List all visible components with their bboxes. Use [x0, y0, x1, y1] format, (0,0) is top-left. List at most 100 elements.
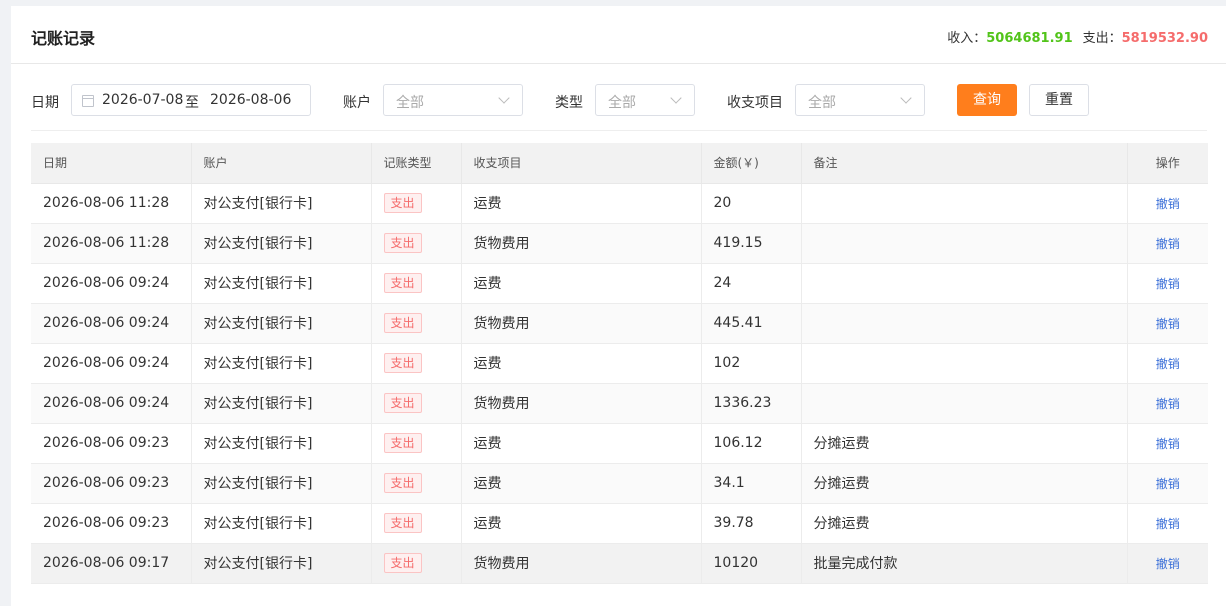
expense-tag: 支出	[383, 193, 422, 213]
account-filter-label: 账户	[343, 95, 371, 111]
expense-tag: 支出	[383, 553, 422, 573]
expense-label: 支出：	[1082, 31, 1122, 46]
table-row: 2026-08-06 09:24 对公支付[银行卡] 支出 货物费用 1336.…	[31, 383, 1208, 424]
cell-action: 撤销	[1127, 223, 1208, 264]
cell-action: 撤销	[1127, 183, 1208, 224]
income-label: 收入：	[947, 31, 987, 46]
account-select[interactable]: 全部	[383, 84, 523, 116]
date-range-picker[interactable]: 2026-07-08 至 2026-08-06	[71, 84, 311, 116]
cell-type: 支出	[371, 543, 462, 584]
cell-item: 货物费用	[461, 303, 702, 344]
cell-type: 支出	[371, 343, 462, 384]
page-title: 记账记录	[31, 29, 96, 48]
cell-note: 批量完成付款	[801, 543, 1128, 584]
expense-tag: 支出	[383, 233, 422, 253]
table-row: 2026-08-06 09:17 对公支付[银行卡] 支出 货物费用 10120…	[31, 543, 1208, 584]
column-header-note: 备注	[801, 143, 1128, 184]
expense-tag: 支出	[383, 353, 422, 373]
expense-tag: 支出	[383, 433, 422, 453]
cell-date: 2026-08-06 09:23	[31, 503, 192, 544]
cell-note	[801, 223, 1128, 264]
cell-item: 运费	[461, 343, 702, 384]
query-button[interactable]: 查询	[957, 84, 1017, 116]
date-start-input[interactable]: 2026-07-08	[102, 92, 183, 108]
table-row: 2026-08-06 09:24 对公支付[银行卡] 支出 运费 24 撤销	[31, 263, 1208, 304]
filter-divider	[31, 130, 1207, 131]
cell-item: 货物费用	[461, 543, 702, 584]
column-header-date: 日期	[31, 143, 192, 184]
cell-amount: 419.15	[701, 223, 802, 264]
cell-account: 对公支付[银行卡]	[191, 503, 372, 544]
cell-type: 支出	[371, 303, 462, 344]
cell-amount: 20	[701, 183, 802, 224]
cell-note	[801, 183, 1128, 224]
expense-tag: 支出	[383, 473, 422, 493]
cell-item: 运费	[461, 423, 702, 464]
cell-item: 货物费用	[461, 383, 702, 424]
table-header-row: 日期 账户 记账类型 收支项目 金额(￥) 备注 操作	[31, 143, 1208, 184]
cell-date: 2026-08-06 09:24	[31, 343, 192, 384]
table-row: 2026-08-06 09:23 对公支付[银行卡] 支出 运费 39.78 分…	[31, 503, 1208, 544]
cell-note: 分摊运费	[801, 423, 1128, 464]
cell-type: 支出	[371, 463, 462, 504]
table-row: 2026-08-06 11:28 对公支付[银行卡] 支出 货物费用 419.1…	[31, 223, 1208, 264]
cell-date: 2026-08-06 09:24	[31, 383, 192, 424]
cell-account: 对公支付[银行卡]	[191, 263, 372, 304]
cell-item: 运费	[461, 183, 702, 224]
cell-note	[801, 383, 1128, 424]
cell-note	[801, 263, 1128, 304]
cell-type: 支出	[371, 223, 462, 264]
cell-date: 2026-08-06 09:24	[31, 303, 192, 344]
cell-amount: 10120	[701, 543, 802, 584]
cell-amount: 24	[701, 263, 802, 304]
cell-note	[801, 343, 1128, 384]
expense-tag: 支出	[383, 273, 422, 293]
date-filter-label: 日期	[31, 95, 59, 111]
item-select-value: 全部	[808, 95, 836, 111]
revoke-link[interactable]: 撤销	[1156, 517, 1180, 531]
calendar-icon	[82, 95, 94, 107]
table-row: 2026-08-06 09:24 对公支付[银行卡] 支出 运费 102 撤销	[31, 343, 1208, 384]
cell-action: 撤销	[1127, 463, 1208, 504]
revoke-link[interactable]: 撤销	[1156, 477, 1180, 491]
revoke-link[interactable]: 撤销	[1156, 437, 1180, 451]
revoke-link[interactable]: 撤销	[1156, 397, 1180, 411]
cell-date: 2026-08-06 09:17	[31, 543, 192, 584]
date-range-separator: 至	[185, 95, 199, 111]
reset-button[interactable]: 重置	[1029, 84, 1089, 116]
expense-value: 5819532.90	[1121, 31, 1208, 46]
item-filter-label: 收支项目	[727, 95, 783, 111]
cell-date: 2026-08-06 11:28	[31, 223, 192, 264]
revoke-link[interactable]: 撤销	[1156, 317, 1180, 331]
revoke-link[interactable]: 撤销	[1156, 357, 1180, 371]
column-header-item: 收支项目	[461, 143, 702, 184]
cell-item: 运费	[461, 263, 702, 304]
summary-totals: 收入：5064681.91 支出：5819532.90	[947, 27, 1208, 46]
revoke-link[interactable]: 撤销	[1156, 197, 1180, 211]
account-select-value: 全部	[396, 95, 424, 111]
cell-account: 对公支付[银行卡]	[191, 423, 372, 464]
cell-account: 对公支付[银行卡]	[191, 303, 372, 344]
expense-tag: 支出	[383, 393, 422, 413]
expense-tag: 支出	[383, 513, 422, 533]
revoke-link[interactable]: 撤销	[1156, 277, 1180, 291]
cell-action: 撤销	[1127, 503, 1208, 544]
cell-action: 撤销	[1127, 383, 1208, 424]
table-row: 2026-08-06 09:24 对公支付[银行卡] 支出 货物费用 445.4…	[31, 303, 1208, 344]
cell-amount: 102	[701, 343, 802, 384]
cell-action: 撤销	[1127, 543, 1208, 584]
cell-note: 分摊运费	[801, 503, 1128, 544]
cell-date: 2026-08-06 11:28	[31, 183, 192, 224]
cell-item: 运费	[461, 503, 702, 544]
date-end-input[interactable]: 2026-08-06	[210, 92, 291, 108]
column-header-type: 记账类型	[371, 143, 462, 184]
cell-account: 对公支付[银行卡]	[191, 343, 372, 384]
type-select[interactable]: 全部	[595, 84, 695, 116]
cell-type: 支出	[371, 423, 462, 464]
revoke-link[interactable]: 撤销	[1156, 237, 1180, 251]
revoke-link[interactable]: 撤销	[1156, 557, 1180, 571]
cell-type: 支出	[371, 183, 462, 224]
item-select[interactable]: 全部	[795, 84, 925, 116]
type-select-value: 全部	[608, 95, 636, 111]
cell-amount: 34.1	[701, 463, 802, 504]
